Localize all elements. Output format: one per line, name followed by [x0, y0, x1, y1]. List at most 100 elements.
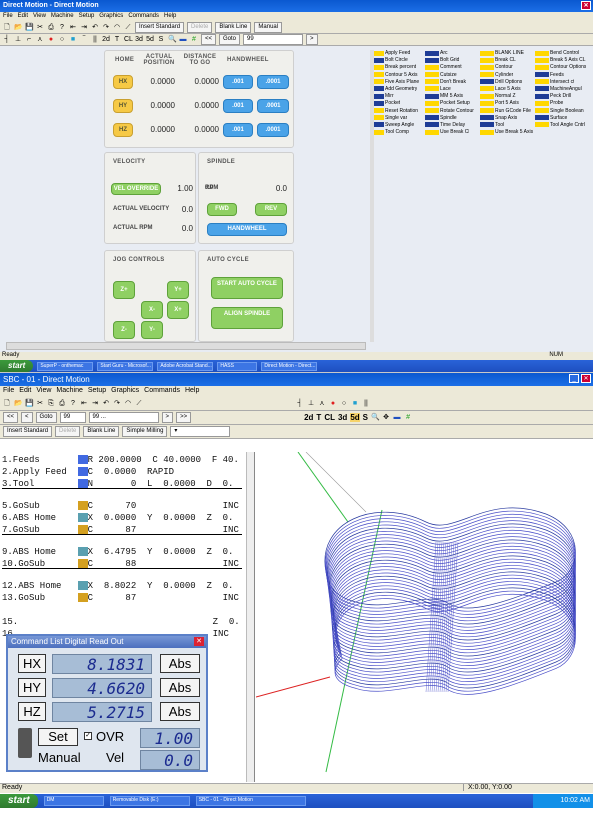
menu-file[interactable]: File	[3, 13, 13, 19]
program-v-scrollbar[interactable]	[246, 452, 254, 782]
nav-back-button[interactable]: <<	[201, 34, 217, 45]
bars-icon[interactable]: ||	[362, 400, 370, 408]
program-line[interactable]: 9.ABS Home X 6.4795 Y 0.0000 Z 0.	[2, 546, 254, 558]
program-line[interactable]: 15. Z 0.	[2, 616, 254, 628]
handwheel-0001-button[interactable]: .0001	[257, 75, 289, 89]
top-h-scrollbar[interactable]	[6, 342, 366, 350]
program-line[interactable]	[2, 604, 254, 616]
2d-icon[interactable]: 2d	[102, 36, 110, 44]
command-item[interactable]: Lace 5 Axis	[480, 86, 535, 92]
3d-view-button[interactable]: 3d	[338, 413, 347, 422]
menu-graphics[interactable]: Graphics	[99, 13, 123, 19]
command-item[interactable]: Snap Axis	[480, 115, 535, 121]
program-line[interactable]: 1.Feeds R 200.0000 C 40.0000 F 40.	[2, 454, 254, 466]
home-hz-button[interactable]: HZ	[113, 123, 133, 137]
program-line[interactable]: 6.ABS Home X 0.0000 Y 0.0000 Z 0.	[2, 512, 254, 524]
command-item[interactable]: Single var	[370, 115, 425, 121]
command-item[interactable]: MachineAngul	[535, 86, 590, 92]
handwheel-button[interactable]: HANDWHEEL	[207, 223, 287, 236]
last-button[interactable]: >>	[176, 412, 192, 423]
undo-icon[interactable]: ↶	[102, 400, 110, 408]
step-back-icon[interactable]: ⇤	[69, 24, 77, 32]
dro-abs-button[interactable]: Abs	[160, 702, 200, 721]
program-line[interactable]: 3.Tool N 0 L 0.0000 D 0.	[2, 478, 254, 490]
fwd-button[interactable]: FWD	[207, 203, 237, 216]
3d-icon[interactable]: 3d	[135, 36, 143, 44]
help-icon[interactable]: ?	[69, 400, 77, 408]
open-file-icon[interactable]: 📂	[14, 400, 23, 408]
command-item[interactable]: Normal Z	[480, 93, 535, 99]
command-item[interactable]: Break percent	[370, 64, 425, 70]
menu-machine[interactable]: Machine	[56, 387, 82, 394]
command-item[interactable]: Time Delay	[425, 122, 480, 128]
first-button[interactable]: <<	[3, 412, 19, 423]
menu-machine[interactable]: Machine	[51, 13, 74, 19]
dro-hx-button[interactable]: HX	[18, 654, 46, 673]
command-item[interactable]: Feeds	[535, 72, 590, 78]
menu-setup[interactable]: Setup	[79, 13, 95, 19]
jog-x-plus-button[interactable]: X+	[167, 301, 189, 319]
simple-milling-button[interactable]: Simple Milling	[122, 426, 168, 437]
circle-icon[interactable]: ○	[340, 400, 348, 408]
zoom-icon[interactable]: 🔍	[168, 36, 177, 44]
command-item[interactable]: Five Axis Plane	[370, 79, 425, 85]
command-item[interactable]: Lace	[425, 86, 480, 92]
blank-line-button[interactable]: Blank Line	[215, 22, 252, 33]
s-view-button[interactable]: S	[363, 413, 368, 422]
insert-standard-button[interactable]: Insert Standard	[135, 22, 185, 33]
command-item[interactable]: Use Break Cl	[425, 129, 480, 135]
handwheel-001-button[interactable]: .001	[223, 99, 253, 113]
program-line[interactable]: 13.GoSub C 87 INC	[2, 592, 254, 604]
cut-icon[interactable]: ✂	[36, 24, 44, 32]
bottom-start-button[interactable]: start	[0, 794, 38, 808]
jog-z-minus-button[interactable]: Z-	[113, 321, 135, 339]
taskbar-item-sbc[interactable]: SBC - 01 - Direct Motion	[195, 795, 306, 806]
command-item[interactable]: Rotate Contour	[425, 108, 480, 114]
blue-bar-icon[interactable]: ▬	[393, 414, 401, 422]
taskbar-item-superp[interactable]: SuperP - onthemac	[37, 361, 94, 371]
command-item[interactable]: Bend Control	[535, 50, 590, 56]
command-item[interactable]: Bolt Circle	[370, 57, 425, 63]
start-auto-cycle-button[interactable]: START AUTO CYCLE	[211, 277, 283, 299]
program-line-field[interactable]: 99 ...	[88, 412, 159, 423]
stop-icon[interactable]: ●	[47, 36, 55, 44]
goto-input[interactable]: 99	[59, 412, 86, 423]
menu-help[interactable]: Help	[185, 387, 199, 394]
handwheel-0001-button[interactable]: .0001	[257, 99, 289, 113]
handwheel-001-button[interactable]: .001	[223, 75, 253, 89]
menu-commands[interactable]: Commands	[144, 387, 180, 394]
arc-icon[interactable]: ◠	[113, 24, 121, 32]
command-item[interactable]: Break CL	[480, 57, 535, 63]
command-item[interactable]: Bolt Grid	[425, 57, 480, 63]
command-item[interactable]: Peck Drill	[535, 93, 590, 99]
copy-icon[interactable]: ⎘	[47, 400, 55, 408]
program-line[interactable]: 12.ABS Home X 8.8022 Y 0.0000 Z 0.	[2, 580, 254, 592]
s-icon[interactable]: S	[157, 36, 165, 44]
circle-icon[interactable]: ○	[58, 36, 66, 44]
jog-z-plus-button[interactable]: Z+	[113, 281, 135, 299]
dro-hz-button[interactable]: HZ	[18, 702, 46, 721]
hash-icon[interactable]: #	[404, 414, 412, 422]
home-hy-button[interactable]: HY	[113, 99, 133, 113]
new-file-icon[interactable]: 🗋	[3, 400, 11, 408]
command-item[interactable]: Run GCode File	[480, 108, 535, 114]
undo-icon[interactable]: ↶	[91, 24, 99, 32]
command-item[interactable]: Break 5 Axis CL	[535, 57, 590, 63]
joystick-icon[interactable]	[18, 728, 32, 758]
manual-button[interactable]: Manual	[254, 22, 283, 33]
command-item[interactable]: Contour 5 Axis	[370, 72, 425, 78]
bottom-close-icon[interactable]: ✕	[581, 374, 591, 383]
command-select[interactable]: ▾	[170, 426, 231, 437]
blue-bar-icon[interactable]: ▬	[179, 36, 187, 44]
nav-forward-button[interactable]: >	[306, 34, 318, 45]
taskbar-item-hass[interactable]: HASS	[217, 361, 258, 371]
step-back-icon[interactable]: ⇤	[80, 400, 88, 408]
align-spindle-button[interactable]: ALIGN SPINDLE	[211, 307, 283, 329]
blank-line-button[interactable]: Blank Line	[83, 426, 120, 437]
taskbar-item-removable-disk[interactable]: Removable Disk (E:)	[109, 795, 190, 806]
program-line[interactable]: 5.GoSub C 70 INC	[2, 500, 254, 512]
command-item[interactable]: BLANK LINE	[480, 50, 535, 56]
save-icon[interactable]: 💾	[25, 400, 34, 408]
goto-input[interactable]: 99	[243, 34, 304, 45]
taskbar-item-dm[interactable]: DM	[43, 795, 104, 806]
